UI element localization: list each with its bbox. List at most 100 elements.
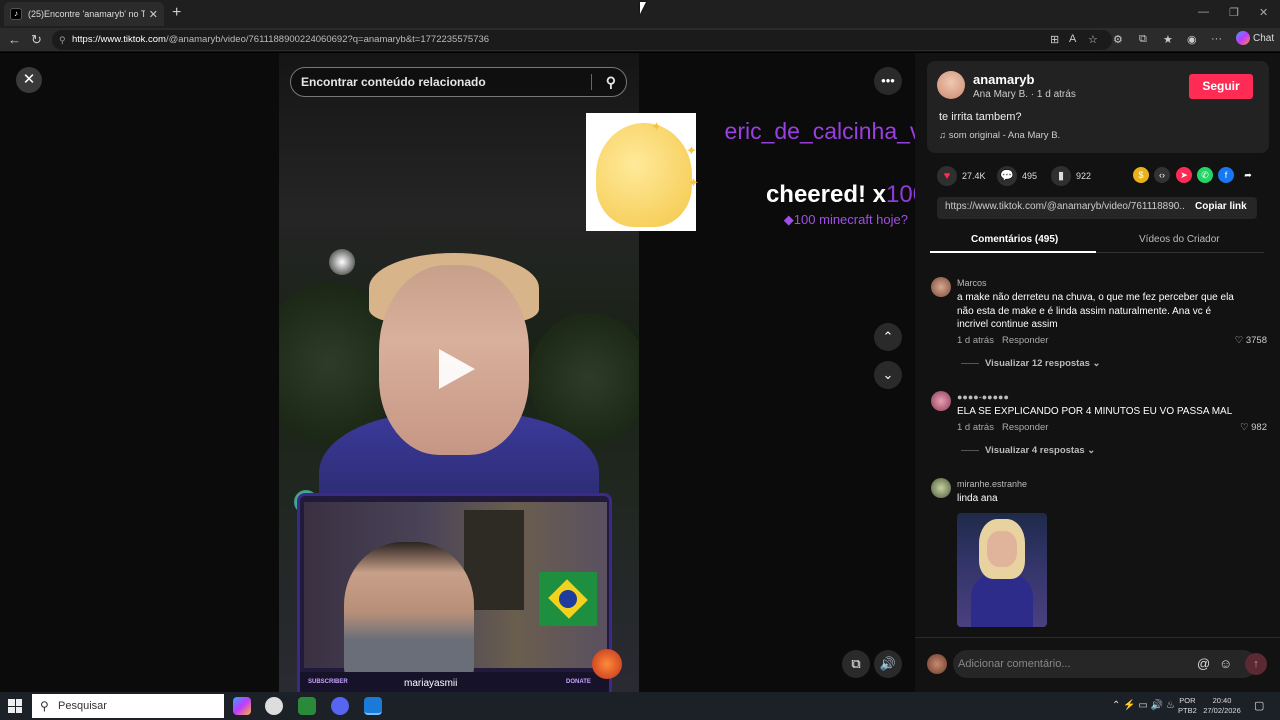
reply-button[interactable]: Responder (1002, 335, 1048, 346)
split-screen-icon[interactable]: ⧉ (1139, 33, 1147, 46)
edge-taskbar-icon[interactable] (364, 697, 382, 715)
favorites-icon[interactable]: ★ (1163, 33, 1173, 46)
next-video-button[interactable]: ⌄ (874, 361, 902, 389)
commenter-avatar[interactable] (931, 277, 951, 297)
comment-time: 1 d atrás (957, 335, 994, 346)
commenter-avatar[interactable] (931, 478, 951, 498)
share-arrow-icon[interactable]: ➦ (1240, 167, 1256, 183)
copilot-chat-button[interactable]: Chat (1236, 31, 1274, 45)
comment-text: a make não derreteu na chuva, o que me f… (957, 292, 1234, 330)
comment-item: ●●●●-●●●●● ELA SE EXPLICANDO POR 4 MINUT… (931, 391, 1271, 461)
comment-item: Marcos a make não derreteu na chuva, o q… (931, 277, 1271, 377)
send-icon[interactable]: ➤ (1176, 167, 1192, 183)
share-link-row: https://www.tiktok.com/@anamaryb/video/7… (937, 197, 1257, 219)
tiktok-page: ✕ Encontrar conteúdo relacionado ⚲ SUBSC… (0, 53, 1280, 698)
comment-like-button[interactable]: ♡ 3758 (1235, 335, 1267, 346)
profile-icon[interactable]: ◉ (1187, 33, 1197, 46)
commenter-name[interactable]: Marcos (957, 278, 987, 288)
maximize-button[interactable]: ❐ (1229, 6, 1239, 19)
more-options-button[interactable]: ••• (874, 67, 902, 95)
app-available-icon[interactable]: ⊞ (1050, 33, 1059, 46)
whatsapp-icon[interactable]: ✆ (1197, 167, 1213, 183)
add-comment-input[interactable]: Adicionar comentário... @ ☺ (953, 650, 1257, 678)
author-avatar[interactable] (937, 71, 965, 99)
translate-icon[interactable]: A (1069, 33, 1076, 45)
follow-button[interactable]: Seguir (1189, 74, 1253, 99)
reload-button[interactable]: ↻ (31, 32, 42, 48)
comment-like-button[interactable]: ♡ 982 (1240, 422, 1267, 433)
search-divider (591, 74, 592, 90)
related-search-input[interactable]: Encontrar conteúdo relacionado ⚲ (290, 67, 627, 97)
system-tray-icons[interactable]: ⌃ ⚡ ▭ 🔊 ♨ (1112, 700, 1175, 711)
notifications-icon[interactable]: ▢ (1254, 699, 1264, 712)
cheered-label: cheered! x (765, 181, 886, 208)
emoji-icon[interactable]: ☺ (1219, 650, 1232, 678)
commenter-avatar[interactable] (931, 391, 951, 411)
search-icon[interactable]: ⚲ (606, 68, 616, 96)
app-taskbar-icon[interactable] (298, 697, 316, 715)
comment-stat[interactable]: 💬 495 (997, 166, 1037, 186)
start-button[interactable] (8, 699, 22, 713)
cheer-message-text: minecraft hoje? (815, 212, 908, 227)
new-tab-button[interactable]: + (172, 4, 181, 22)
sparkle-icon: ✦ (686, 143, 697, 158)
music-link[interactable]: ♫ som original - Ana Mary B. (939, 130, 1060, 141)
post-comment-button[interactable]: ↑ (1245, 653, 1267, 675)
view-replies-label: Visualizar 4 respostas (985, 445, 1085, 456)
close-window-button[interactable]: ✕ (1259, 6, 1268, 19)
embed-code-icon[interactable]: ‹› (1154, 167, 1170, 183)
previous-video-button[interactable]: ⌃ (874, 323, 902, 351)
favorite-star-icon[interactable]: ☆ (1088, 33, 1098, 46)
app-taskbar-icon[interactable] (265, 697, 283, 715)
floating-player-button[interactable]: ⧉ (842, 650, 870, 678)
save-stat[interactable]: ▮ 922 (1051, 166, 1091, 186)
taskbar-search[interactable]: ⚲ Pesquisar (32, 694, 224, 718)
volume-button[interactable]: 🔊 (874, 650, 902, 678)
extensions-icon[interactable]: ⚙ (1113, 33, 1123, 46)
back-button[interactable]: ← (8, 32, 21, 47)
video-area: ✕ Encontrar conteúdo relacionado ⚲ SUBSC… (0, 53, 967, 698)
streamer-webcam-overlay: SUBSCRIBER mariayasmii DONATE (297, 493, 612, 698)
clock[interactable]: 20:40 27/02/2026 (1200, 696, 1244, 716)
commenter-name[interactable]: miranhe.estranhe (957, 479, 1027, 489)
url-domain: https://www.tiktok.com (72, 34, 166, 45)
tab-title: (25)Encontre 'anamaryb' no TikTok (28, 9, 145, 19)
author-username[interactable]: anamaryb (973, 72, 1034, 87)
heart-outline-icon: ♡ (1239, 422, 1249, 433)
like-stat[interactable]: ♥ 27.4K (937, 166, 986, 186)
save-count: 922 (1076, 171, 1092, 181)
url-field[interactable]: ⚲ https://www.tiktok.com/@anamaryb/video… (52, 30, 1112, 50)
browser-tab[interactable]: ♪ (25)Encontre 'anamaryb' no TikTok ✕ (4, 2, 164, 26)
view-replies-button[interactable]: Visualizar 4 respostas ⌄ (961, 445, 1095, 456)
tab-creator-videos[interactable]: Vídeos do Criador (1139, 234, 1220, 245)
discord-taskbar-icon[interactable] (331, 697, 349, 715)
view-replies-label: Visualizar 12 respostas (985, 358, 1090, 369)
facebook-icon[interactable]: f (1218, 167, 1234, 183)
play-icon[interactable] (439, 349, 475, 389)
more-icon: ••• (881, 73, 895, 88)
floating-player-icon: ⧉ (851, 656, 861, 671)
commenter-name[interactable]: ●●●●-●●●●● (957, 392, 1009, 402)
view-replies-button[interactable]: Visualizar 12 respostas ⌄ (961, 358, 1101, 369)
mention-icon[interactable]: @ (1197, 650, 1210, 678)
comment-image[interactable] (957, 513, 1047, 627)
clock-time: 20:40 (1212, 696, 1232, 705)
language-indicator[interactable]: POR PTB2 (1178, 696, 1197, 716)
tab-comments[interactable]: Comentários (495) (971, 234, 1058, 245)
search-placeholder: Encontrar conteúdo relacionado (301, 75, 486, 89)
more-menu-icon[interactable]: ··· (1211, 33, 1222, 45)
close-tab-icon[interactable]: ✕ (149, 8, 158, 21)
reply-button[interactable]: Responder (1002, 422, 1048, 433)
share-coin-icon[interactable]: $ (1133, 167, 1149, 183)
minimize-button[interactable]: — (1198, 6, 1209, 18)
copy-link-button[interactable]: Copiar link (1195, 201, 1247, 212)
site-info-icon[interactable]: ⚲ (59, 30, 66, 50)
copilot-taskbar-icon[interactable] (233, 697, 251, 715)
close-video-button[interactable]: ✕ (16, 67, 42, 93)
bits-icon: ◆ (783, 212, 794, 227)
search-icon: ⚲ (40, 699, 49, 713)
brazil-flag (539, 572, 597, 626)
share-link[interactable]: https://www.tiktok.com/@anamaryb/video/7… (945, 201, 1185, 212)
chat-label: Chat (1253, 32, 1275, 44)
heart-outline-icon: ♡ (1234, 335, 1244, 346)
